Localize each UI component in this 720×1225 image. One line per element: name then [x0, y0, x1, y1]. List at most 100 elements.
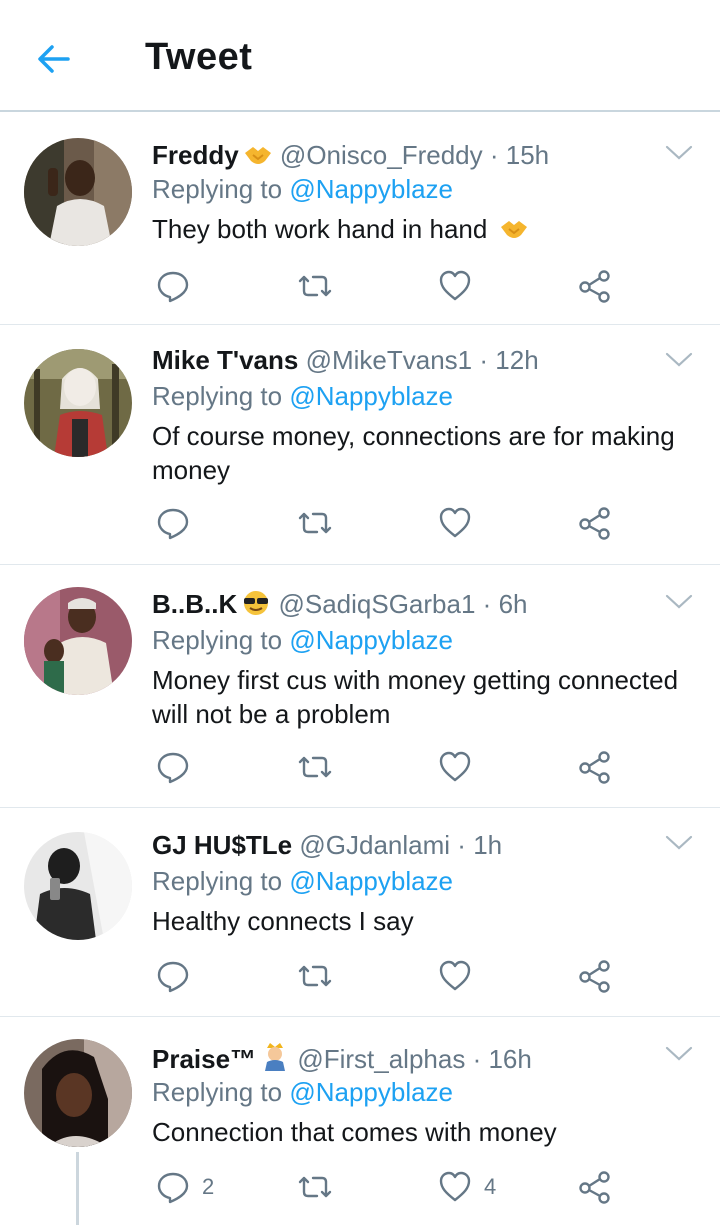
- tweet-reply[interactable]: B..B..K @SadiqSGarba1 · 6h Replying to @…: [0, 565, 720, 808]
- tweet-actions: [152, 503, 632, 543]
- page-title: Tweet: [145, 36, 253, 78]
- avatar-bbk: [24, 587, 132, 695]
- share-icon: [579, 270, 610, 303]
- chevron-down-icon[interactable]: [664, 593, 694, 611]
- back-button[interactable]: [30, 34, 80, 84]
- share-icon: [579, 960, 610, 993]
- reply-button[interactable]: [156, 747, 202, 787]
- retweet-button[interactable]: [298, 956, 332, 996]
- user-handle[interactable]: @First_alphas: [297, 1044, 465, 1074]
- retweet-icon: [298, 756, 332, 778]
- reply-icon: [157, 271, 189, 303]
- separator-dot: ·: [472, 1044, 482, 1074]
- share-button[interactable]: [578, 956, 612, 996]
- display-name[interactable]: GJ HU$TLe: [152, 830, 292, 860]
- separator-dot: ·: [457, 830, 466, 860]
- replying-to-label: Replying to: [152, 1077, 283, 1107]
- avatar[interactable]: [24, 138, 132, 246]
- reply-count: 2: [202, 1174, 215, 1199]
- mention-link[interactable]: @Nappyblaze: [289, 625, 453, 655]
- tweet-text: Money first cus with money getting conne…: [152, 665, 679, 729]
- retweet-icon: [298, 512, 332, 534]
- timestamp[interactable]: 16h: [488, 1044, 531, 1074]
- sunglasses-face-emoji: [241, 590, 271, 623]
- reply-button[interactable]: 2: [156, 1167, 214, 1207]
- mention-link[interactable]: @Nappyblaze: [289, 381, 453, 411]
- display-name[interactable]: B..B..K: [152, 589, 237, 619]
- avatar[interactable]: [24, 1039, 132, 1147]
- chevron-down-icon[interactable]: [664, 1045, 694, 1063]
- timestamp[interactable]: 12h: [495, 345, 538, 375]
- display-name[interactable]: Praise™: [152, 1044, 256, 1074]
- mention-link[interactable]: @Nappyblaze: [289, 1077, 453, 1107]
- chevron-down-icon[interactable]: [664, 144, 694, 162]
- like-button[interactable]: [438, 747, 484, 787]
- avatar-freddy: [24, 138, 132, 246]
- retweet-icon: [298, 965, 332, 987]
- user-handle[interactable]: @GJdanlami: [299, 830, 450, 860]
- reply-button[interactable]: [156, 503, 202, 543]
- reply-icon: [157, 508, 189, 540]
- thread-connector: [76, 1152, 79, 1225]
- like-button[interactable]: [438, 956, 484, 996]
- tweet-text: They both work hand in hand: [152, 212, 680, 249]
- replying-to: Replying to @Nappyblaze: [152, 381, 453, 412]
- like-button[interactable]: [438, 503, 484, 543]
- like-button[interactable]: 4: [438, 1167, 496, 1207]
- retweet-button[interactable]: [298, 266, 332, 306]
- tweet-reply[interactable]: GJ HU$TLe @GJdanlami · 1h Replying to @N…: [0, 808, 720, 1017]
- mention-link[interactable]: @Nappyblaze: [289, 866, 453, 896]
- share-button[interactable]: [578, 503, 612, 543]
- tweet-reply[interactable]: Praise™ @First_alphas · 16h Replying to …: [0, 1017, 720, 1225]
- replying-to-label: Replying to: [152, 625, 283, 655]
- separator-dot: ·: [489, 140, 499, 170]
- tweet-reply[interactable]: Freddy @Onisco_Freddy · 15h Replying to …: [0, 112, 720, 325]
- avatar[interactable]: [24, 349, 132, 457]
- avatar-praise: [24, 1039, 132, 1147]
- retweet-button[interactable]: [298, 1167, 332, 1207]
- user-handle[interactable]: @SadiqSGarba1: [278, 589, 475, 619]
- separator-dot: ·: [479, 345, 489, 375]
- replying-to-label: Replying to: [152, 174, 283, 204]
- avatar[interactable]: [24, 587, 132, 695]
- display-name[interactable]: Freddy: [152, 140, 239, 170]
- retweet-icon: [298, 275, 332, 297]
- tweet-text: Of course money, connections are for mak…: [152, 421, 675, 485]
- share-icon: [579, 507, 610, 540]
- tweet-reply[interactable]: Mike T'vans @MikeTvans1 · 12h Replying t…: [0, 325, 720, 565]
- reply-button[interactable]: [156, 266, 202, 306]
- chevron-down-icon[interactable]: [664, 351, 694, 369]
- share-icon: [579, 751, 610, 784]
- avatar[interactable]: [24, 832, 132, 940]
- share-button[interactable]: [578, 266, 612, 306]
- display-name[interactable]: Mike T'vans: [152, 345, 298, 375]
- tweet-header: Praise™ @First_alphas · 16h: [152, 1041, 660, 1078]
- retweet-button[interactable]: [298, 747, 332, 787]
- like-count: 4: [484, 1174, 497, 1199]
- top-bar: Tweet: [0, 0, 720, 112]
- retweet-icon: [298, 1176, 332, 1198]
- tweet-text: Connection that comes with money: [152, 1117, 557, 1147]
- like-button[interactable]: [438, 266, 484, 306]
- chevron-down-icon[interactable]: [664, 834, 694, 852]
- timestamp[interactable]: 1h: [473, 830, 502, 860]
- user-handle[interactable]: @Onisco_Freddy: [280, 140, 483, 170]
- tweet-header: Freddy @Onisco_Freddy · 15h: [152, 140, 660, 174]
- tweet-actions: [152, 266, 632, 306]
- reply-button[interactable]: [156, 956, 202, 996]
- user-handle[interactable]: @MikeTvans1: [306, 345, 473, 375]
- share-button[interactable]: [578, 747, 612, 787]
- retweet-button[interactable]: [298, 503, 332, 543]
- timestamp[interactable]: 15h: [506, 140, 549, 170]
- man-with-crown-emoji: [260, 1041, 290, 1078]
- handshake-emoji: [499, 215, 529, 249]
- reply-icon: [157, 752, 189, 784]
- timestamp[interactable]: 6h: [499, 589, 528, 619]
- avatar-gj: [24, 832, 132, 940]
- replying-to-label: Replying to: [152, 381, 283, 411]
- replying-to: Replying to @Nappyblaze: [152, 866, 453, 897]
- heart-icon: [439, 1171, 471, 1202]
- clipped-content: [0, 0, 720, 4]
- share-button[interactable]: [578, 1167, 612, 1207]
- mention-link[interactable]: @Nappyblaze: [289, 174, 453, 204]
